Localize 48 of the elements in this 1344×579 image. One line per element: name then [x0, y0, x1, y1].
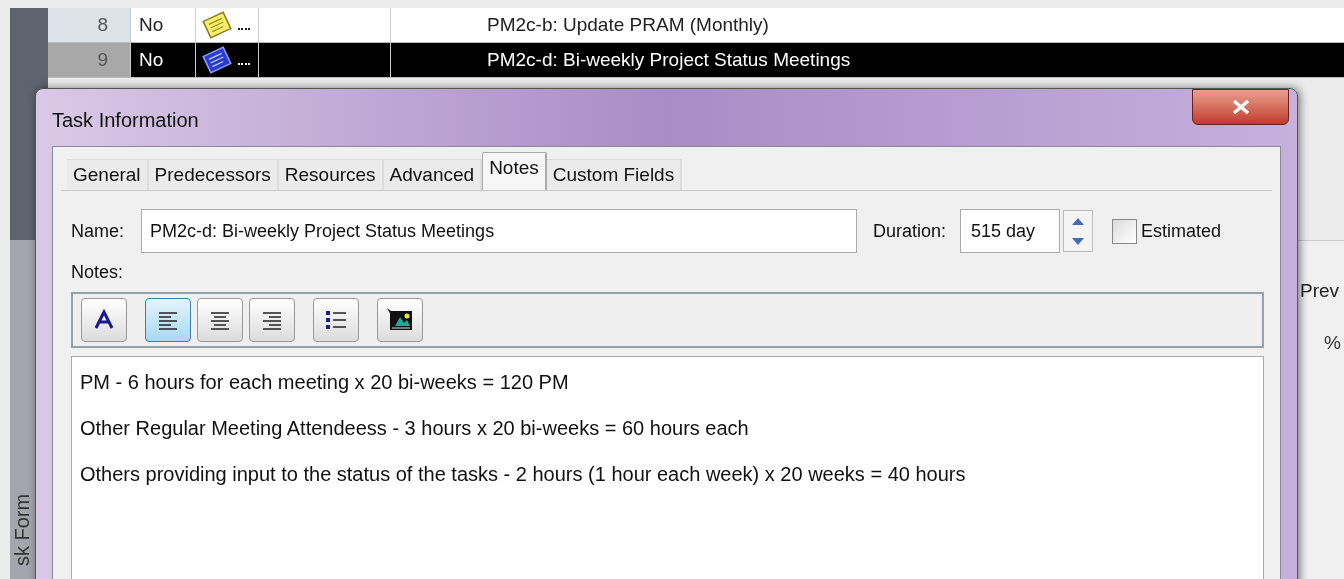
- close-icon: [1230, 99, 1251, 115]
- table-cell: No: [130, 8, 195, 42]
- toolbar-button[interactable]: [197, 298, 243, 342]
- task-name-cell: PM2c-b: Update PRAM (Monthly): [390, 8, 1344, 42]
- table-row[interactable]: 8 No PM2c-b: Update PRAM (Monthly): [48, 8, 1344, 43]
- duration-label: Duration:: [873, 219, 947, 243]
- task-name-cell: PM2c-d: Bi-weekly Project Status Meetings: [390, 43, 1344, 77]
- note-line: PM - 6 hours for each meeting x 20 bi-weeks = 120 PM: [80, 370, 570, 395]
- more-icon: [238, 61, 250, 65]
- close-button[interactable]: [1192, 89, 1289, 125]
- more-icon: [238, 26, 250, 30]
- table-cell: No: [130, 43, 195, 77]
- insert-object-icon: [387, 308, 413, 332]
- tab[interactable]: Advanced: [383, 159, 483, 190]
- pane-label: sk Form: [10, 493, 35, 567]
- note-line: Others providing input to the status of the tasks - 2 hours (1 hour each week) x 20 weeks = 40 hours: [80, 462, 967, 487]
- tab[interactable]: Notes: [482, 152, 547, 190]
- toolbar-button[interactable]: [249, 298, 295, 342]
- row-number: 9: [48, 43, 130, 77]
- tab[interactable]: Predecessors: [148, 159, 279, 190]
- align-center-icon: [209, 310, 231, 330]
- toolbar-button[interactable]: [81, 298, 127, 342]
- font-icon: [93, 309, 115, 331]
- spin-button[interactable]: [1063, 210, 1094, 252]
- table-row[interactable]: 9 No PM2c-d: Bi-weekly Project Status Meetings: [48, 43, 1344, 78]
- duration-field[interactable]: 515 day: [960, 209, 1061, 253]
- row-number: 8: [48, 8, 130, 42]
- window-title: Task Information: [52, 108, 199, 133]
- toolbar-button[interactable]: [377, 298, 423, 342]
- notes-label: Notes:: [70, 261, 125, 284]
- up-arrow-icon: [1072, 217, 1085, 225]
- column-header: %: [1324, 331, 1341, 355]
- note-line: Other Regular Meeting Attendeess - 3 hours x 20 bi-weeks = 60 hours each: [80, 416, 750, 441]
- toolbar-button[interactable]: [313, 298, 359, 342]
- name-field[interactable]: PM2c-d: Bi-weekly Project Status Meetings: [141, 209, 857, 253]
- estimated-checkbox[interactable]: [1112, 218, 1138, 244]
- tab[interactable]: Resources: [278, 159, 384, 190]
- previous-button[interactable]: Prev: [1300, 277, 1340, 306]
- bullet-list-icon: [325, 309, 347, 331]
- align-right-icon: [261, 310, 283, 330]
- tab[interactable]: Custom Fields: [546, 159, 683, 190]
- name-label: Name:: [70, 219, 125, 243]
- estimated-label: Estimated: [1141, 219, 1222, 243]
- toolbar-button[interactable]: [145, 298, 191, 342]
- tab[interactable]: General: [67, 159, 149, 190]
- notes-field[interactable]: [71, 356, 1264, 579]
- down-arrow-icon: [1072, 237, 1085, 245]
- align-left-icon: [157, 310, 179, 330]
